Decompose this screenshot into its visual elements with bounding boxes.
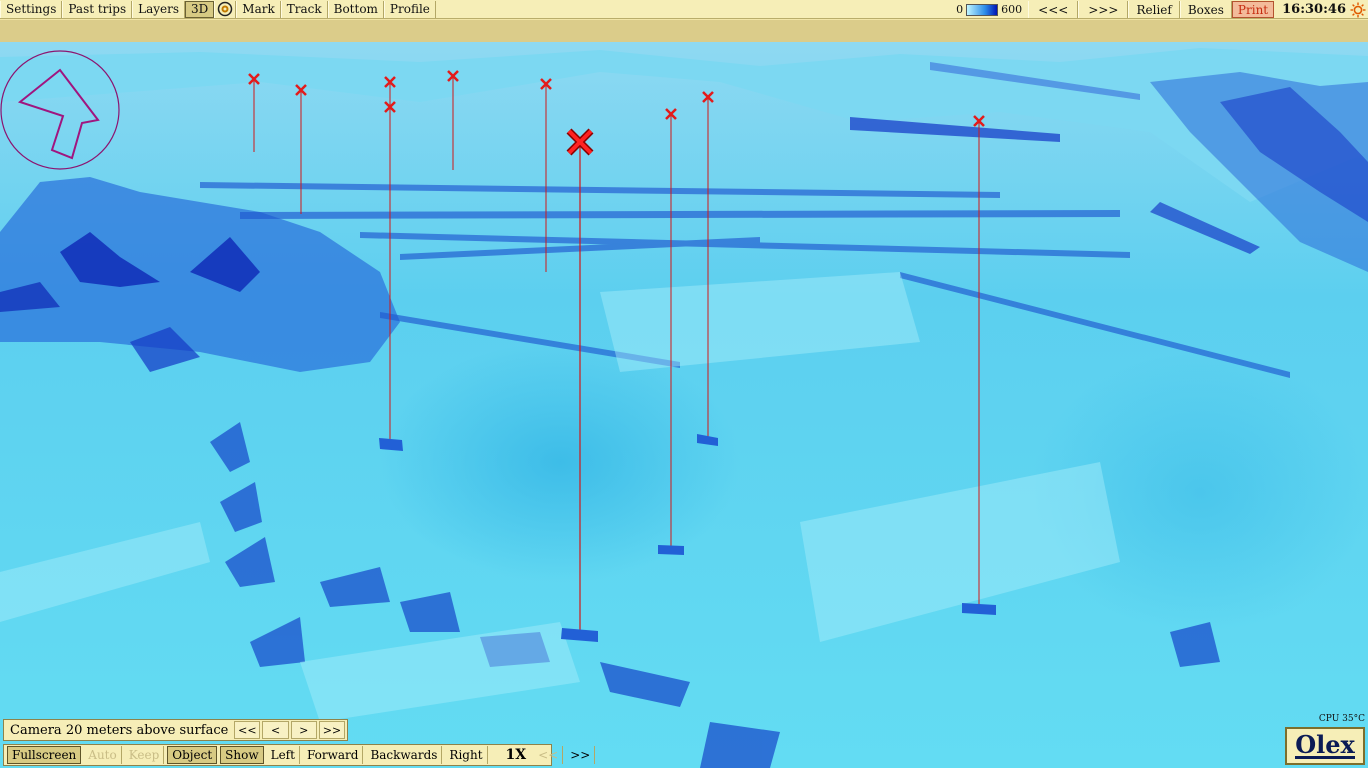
- relief-button[interactable]: Relief: [1128, 1, 1180, 18]
- fullscreen-button[interactable]: Fullscreen: [7, 746, 82, 764]
- 3d-button[interactable]: 3D: [185, 0, 215, 18]
- olex-logo: Olex: [1285, 727, 1365, 765]
- mark-button[interactable]: Mark: [236, 0, 281, 18]
- forward-button[interactable]: Forward: [303, 746, 364, 764]
- marker-8[interactable]: [697, 91, 718, 446]
- marker-selected[interactable]: [561, 128, 598, 642]
- print-button[interactable]: Print: [1231, 1, 1275, 18]
- marker-5[interactable]: [447, 70, 459, 170]
- show-button[interactable]: Show: [220, 746, 264, 764]
- depth-scale[interactable]: 0 600: [950, 3, 1028, 16]
- clock: 16:30:46: [1282, 2, 1346, 17]
- heading-arrow-icon[interactable]: [0, 50, 122, 172]
- bottom-button[interactable]: Bottom: [327, 0, 384, 18]
- track-button[interactable]: Track: [280, 0, 328, 18]
- settings-button[interactable]: Settings: [0, 0, 63, 18]
- cpu-temperature: CPU 35°C: [1318, 714, 1365, 724]
- auto-button[interactable]: Auto: [84, 746, 122, 764]
- next-button[interactable]: >>>: [1078, 1, 1129, 18]
- waypoint-markers: [248, 70, 996, 642]
- keep-button[interactable]: Keep: [125, 746, 165, 764]
- marker-6[interactable]: [540, 78, 552, 272]
- depth-scale-min: 0: [956, 3, 964, 16]
- marker-7[interactable]: [658, 108, 684, 555]
- target-icon[interactable]: [214, 0, 237, 18]
- status-strip: [0, 20, 1368, 42]
- right-button[interactable]: Right: [445, 746, 488, 764]
- previous-button[interactable]: <<<: [1028, 1, 1079, 18]
- marker-9[interactable]: [962, 115, 996, 615]
- camera-lower-button[interactable]: <: [262, 721, 289, 739]
- marker-1[interactable]: [248, 73, 260, 152]
- camera-panel: Camera 20 meters above surface << < > >>: [3, 719, 348, 741]
- slower-button[interactable]: <<: [534, 746, 564, 764]
- camera-higher-button[interactable]: >: [290, 721, 317, 739]
- depth-gradient-bar: [966, 3, 999, 16]
- camera-height-label: Camera 20 meters above surface: [10, 722, 229, 738]
- past-trips-button[interactable]: Past trips: [62, 0, 133, 18]
- navigation-panel: Fullscreen Auto Keep Object Show Left Fo…: [3, 744, 596, 766]
- top-toolbar: Settings Past trips Layers 3D Mark Track…: [0, 0, 1368, 19]
- marker-2[interactable]: [295, 84, 307, 214]
- boxes-button[interactable]: Boxes: [1179, 1, 1232, 18]
- faster-button[interactable]: >>: [566, 746, 596, 764]
- object-button[interactable]: Object: [167, 746, 218, 764]
- profile-button[interactable]: Profile: [383, 0, 436, 18]
- speed-readout: 1X: [505, 747, 527, 763]
- camera-much-lower-button[interactable]: <<: [234, 721, 261, 739]
- camera-much-higher-button[interactable]: >>: [318, 721, 345, 739]
- olex-app: Settings Past trips Layers 3D Mark Track…: [0, 0, 1368, 768]
- depth-scale-max: 600: [1001, 3, 1023, 16]
- marker-4[interactable]: [379, 101, 403, 451]
- backwards-button[interactable]: Backwards: [366, 746, 443, 764]
- left-button[interactable]: Left: [267, 746, 300, 764]
- layers-button[interactable]: Layers: [132, 0, 186, 18]
- sun-icon[interactable]: [1350, 2, 1366, 18]
- 3d-seabed-view[interactable]: [0, 42, 1368, 768]
- right-toolbar: 0 600 <<< >>> Relief Boxes Print 16:30:4…: [950, 0, 1368, 19]
